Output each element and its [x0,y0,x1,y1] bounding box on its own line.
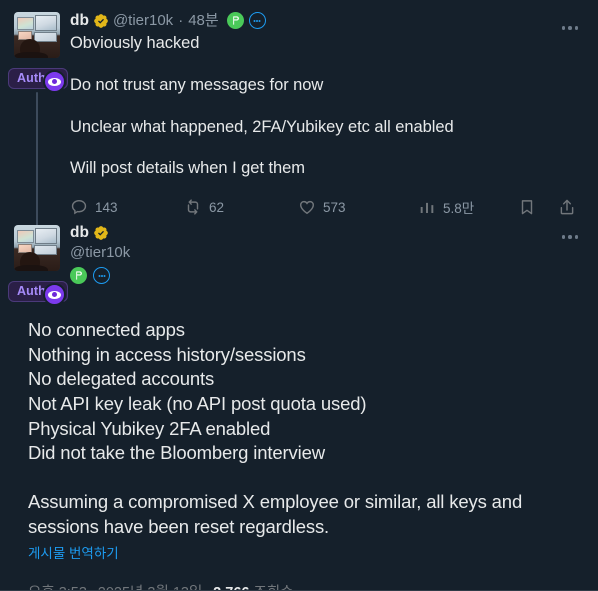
profile-mini-badges [226,12,266,29]
bookmark-button[interactable] [518,198,536,216]
tweet-paragraph: Unclear what happened, 2FA/Yubikey etc a… [70,117,454,136]
tweet-header-row: db @tier10k · 48분 [70,12,584,29]
like-button[interactable]: 573 [298,198,418,216]
retweet-count: 62 [209,199,225,215]
tweet-text-body: Do not trust any messages for now Unclea… [70,75,584,179]
nft-hex-avatar-badge-icon[interactable] [43,70,66,93]
heart-icon [299,201,315,215]
tweet-header-row: db [70,224,584,241]
user-avatar[interactable] [14,12,60,58]
reply-button[interactable]: 143 [70,198,184,216]
avatar-monitor-icon [34,245,57,256]
avatar-column: Author [8,225,68,307]
reply-icon [71,200,87,215]
meta-separator: · [178,12,184,29]
avatar-person-shoulders [14,52,48,58]
green-p-badge-icon[interactable] [70,267,87,285]
user-handle[interactable]: @tier10k [70,244,584,261]
verified-badge-gold-icon[interactable] [93,13,109,29]
views-count: 5.8만 [443,201,475,217]
translate-post-link[interactable]: 게시물 번역하기 [14,542,133,562]
nft-hex-avatar-badge-icon[interactable] [43,283,66,307]
blue-chat-badge-icon[interactable] [93,267,110,285]
display-name[interactable]: db [70,13,89,29]
tweet-paragraph: Will post details when I get them [70,159,305,178]
tweet-more-options-button[interactable] [556,227,584,247]
tweet-action-bar: 143 62 573 5.8만 [70,197,584,217]
retweet-button[interactable]: 62 [184,198,298,216]
display-name[interactable]: db [70,224,89,241]
eye-icon [48,77,61,86]
eye-icon [48,290,61,299]
avatar-monitor-icon [35,228,57,245]
bookmark-icon [521,200,533,215]
eye-pupil [52,79,57,84]
avatar-monitor-icon [17,17,34,30]
tweet-more-options-button[interactable] [556,18,584,38]
avatar-column: Author [8,12,68,93]
views-button[interactable]: 5.8만 [418,197,518,217]
eye-pupil [52,292,57,298]
tweet-reply-text: No connected apps Nothing in access hist… [28,319,523,537]
avatar-monitor-icon [35,15,57,31]
user-handle[interactable]: @tier10k [113,13,173,28]
tweet-reply[interactable]: Author db @tier10k No connected apps Not… [0,217,598,591]
more-dot [574,26,579,30]
profile-mini-badges [70,267,584,285]
more-dot [574,235,579,239]
green-p-badge-icon[interactable] [226,12,244,29]
avatar-monitor-icon [34,32,57,42]
like-count: 573 [323,199,346,215]
avatar-person-shoulders [14,265,48,272]
reply-count: 143 [95,199,118,215]
more-dot [561,235,566,239]
share-icon [560,199,574,215]
analytics-icon [420,203,434,214]
blue-chat-badge-icon[interactable] [248,12,266,29]
tweet-thread-page: Author db @tier10k · 48분 Obviously hacke… [0,0,598,591]
tweet-text-first-line: Obviously hacked [70,34,200,52]
tweet-timestamp[interactable]: 48분 [188,13,219,28]
more-dot [568,26,572,30]
more-dot [561,26,566,30]
retweet-icon [187,199,199,215]
share-button[interactable] [558,198,576,216]
verified-badge-gold-icon[interactable] [93,225,109,241]
user-avatar[interactable] [14,225,60,272]
more-dot [568,235,572,239]
tweet-paragraph: Do not trust any messages for now [70,75,324,94]
tweet-primary[interactable]: Author db @tier10k · 48분 Obviously hacke… [0,0,598,232]
thread-connector-line [36,92,38,232]
avatar-monitor-icon [17,230,34,244]
